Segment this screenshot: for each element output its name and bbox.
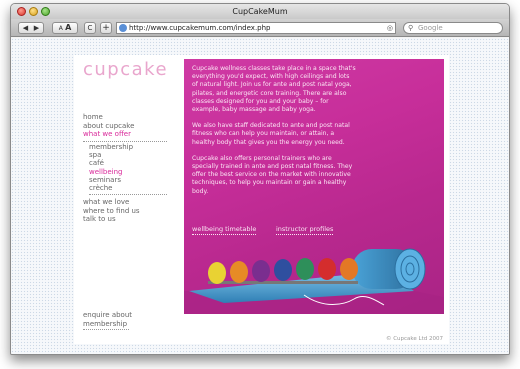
window-title: CupCakeMum	[232, 7, 288, 16]
back-forward-group: ◀ ▶	[18, 22, 44, 34]
enquire-link[interactable]: enquire about membership	[83, 311, 167, 330]
nav-what-we-love[interactable]: what we love	[83, 198, 167, 207]
url-text: http://www.cupcakemum.com/index.php	[129, 24, 271, 32]
browser-toolbar: ◀ ▶ A A C + http://www.cupcakemum.com/ind…	[11, 19, 509, 37]
search-icon: ⚲	[408, 24, 414, 32]
close-window-button[interactable]	[17, 7, 26, 16]
nav-divider	[83, 140, 167, 142]
instructor-profiles-label: instructor profiles	[276, 225, 334, 235]
hero-paragraph: Cupcake wellness classes take place in a…	[192, 65, 356, 114]
subnav-cafe[interactable]: café	[89, 159, 167, 167]
wellbeing-timetable-label: wellbeing timetable	[192, 225, 257, 235]
hero-paragraph: We also have staff dedicated to ante and…	[192, 122, 350, 146]
search-field[interactable]: ⚲ Google	[403, 22, 503, 34]
nav-what-we-offer[interactable]: what we offer	[83, 130, 167, 139]
nav-home[interactable]: home	[83, 113, 167, 122]
reload-icon: C	[87, 24, 93, 32]
plus-icon: +	[102, 23, 110, 33]
title-bar: CupCakeMum	[11, 4, 509, 19]
search-placeholder: Google	[418, 24, 443, 32]
sub-nav: membership spa café wellbeing seminars c…	[89, 143, 167, 197]
browser-window: CupCakeMum ◀ ▶ A A C + http://www.cupcake…	[10, 3, 510, 355]
page-container: cupcake home about cupcake what we offer…	[74, 55, 449, 344]
enquire-line-1: enquire about	[83, 311, 133, 319]
subnav-divider	[89, 194, 167, 196]
address-bar[interactable]: http://www.cupcakemum.com/index.php ◎	[116, 22, 396, 34]
back-button[interactable]: ◀	[20, 23, 31, 33]
nav-talk-to-us[interactable]: talk to us	[83, 215, 167, 224]
secondary-nav: what we love where to find us talk to us	[83, 198, 167, 224]
yoga-mat-roll	[352, 248, 426, 290]
instructor-profiles-link[interactable]: instructor profiles	[276, 225, 334, 235]
nav-about[interactable]: about cupcake	[83, 122, 167, 131]
minimize-window-button[interactable]	[29, 7, 38, 16]
text-size-group: A A	[52, 22, 78, 34]
forward-button[interactable]: ▶	[31, 23, 42, 33]
subnav-membership[interactable]: membership	[89, 143, 167, 151]
add-bookmark-button[interactable]: +	[100, 22, 112, 34]
hero-panel: Cupcake wellness classes take place in a…	[184, 59, 444, 314]
text-bigger-button[interactable]: A	[65, 23, 71, 32]
enquire-underline	[83, 329, 129, 330]
subnav-spa[interactable]: spa	[89, 151, 167, 159]
snapback-icon[interactable]: ◎	[387, 23, 393, 33]
reload-button[interactable]: C	[84, 22, 96, 34]
hero-text: Cupcake wellness classes take place in a…	[192, 65, 357, 204]
site-logo[interactable]: cupcake	[83, 59, 168, 80]
wellbeing-timetable-link[interactable]: wellbeing timetable	[192, 225, 257, 235]
web-viewport[interactable]: cupcake home about cupcake what we offer…	[11, 38, 509, 354]
subnav-creche[interactable]: crèche	[89, 184, 167, 192]
hero-paragraph: Cupcake also offers personal trainers wh…	[192, 154, 353, 195]
nav-where-to-find-us[interactable]: where to find us	[83, 207, 167, 216]
main-nav: home about cupcake what we offer	[83, 113, 167, 144]
footer-copyright: © Cupcake Ltd 2007	[385, 336, 443, 342]
zoom-window-button[interactable]	[41, 7, 50, 16]
text-smaller-button[interactable]: A	[59, 25, 63, 32]
subnav-wellbeing[interactable]: wellbeing	[89, 168, 167, 176]
subnav-seminars[interactable]: seminars	[89, 176, 167, 184]
enquire-line-2: membership	[83, 319, 128, 328]
globe-icon	[119, 24, 127, 32]
